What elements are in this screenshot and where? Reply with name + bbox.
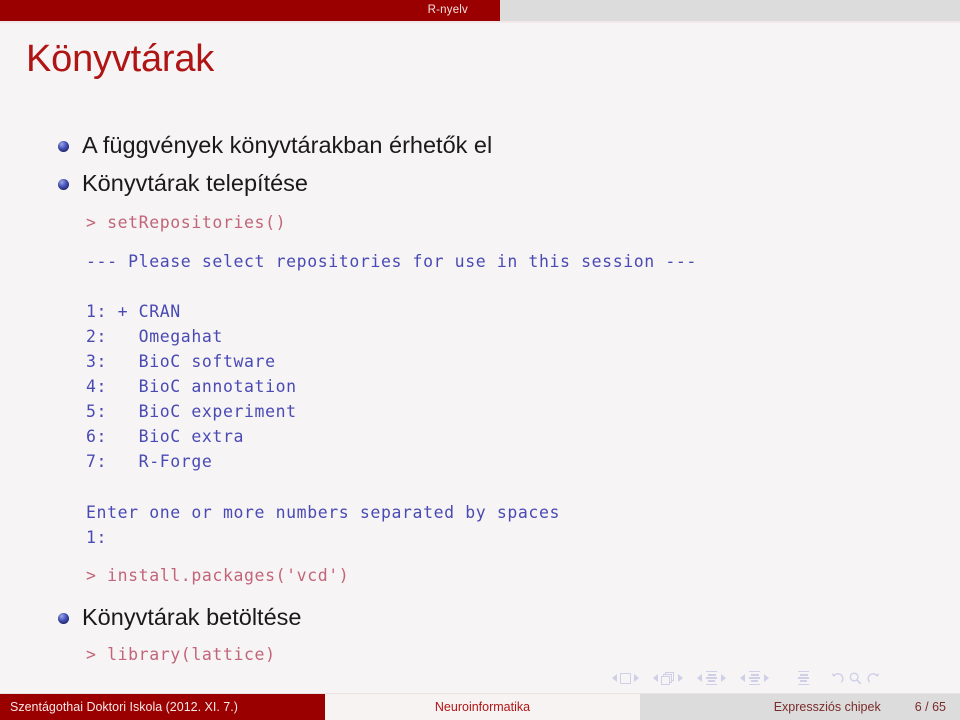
- search-icon[interactable]: [848, 671, 863, 686]
- code-repo-item: 7: R-Forge: [86, 452, 213, 471]
- beamer-navigation-symbols: [612, 668, 942, 688]
- code-please-select: --- Please select repositories for use i…: [86, 252, 697, 271]
- footer-page-number: 6 / 65: [914, 700, 946, 714]
- footer-title-and-page[interactable]: Expressziós chipek 6 / 65: [640, 694, 960, 720]
- title-area: Könyvtárak: [0, 30, 960, 98]
- subsection-navigation-group[interactable]: [697, 670, 726, 686]
- code-repo-item: 5: BioC experiment: [86, 402, 297, 421]
- nav-tab-label: R-nyelv: [427, 3, 468, 16]
- frame-stack-icon[interactable]: [661, 671, 675, 685]
- forward-arrow-icon[interactable]: [866, 671, 881, 686]
- footer-institute[interactable]: Neuroinformatika: [325, 694, 640, 720]
- prev-slide-icon[interactable]: [612, 674, 617, 682]
- next-slide-icon[interactable]: [634, 674, 639, 682]
- page-title: Könyvtárak: [26, 38, 215, 80]
- bullet-label: Könyvtárak telepítése: [82, 170, 308, 196]
- presentation-navigation-group[interactable]: [797, 670, 810, 686]
- slide-navigation-group[interactable]: [612, 672, 639, 684]
- frame-navigation-group[interactable]: [653, 671, 683, 685]
- navbar-underline: [0, 21, 960, 23]
- code-set-repositories: > setRepositories(): [86, 213, 287, 232]
- nav-tab-r-nyelv[interactable]: R-nyelv: [0, 0, 500, 21]
- bullet-dot-icon: [58, 613, 69, 624]
- subsection-lines-icon[interactable]: [705, 670, 718, 686]
- code-enter-line: 1:: [86, 528, 108, 547]
- footer-section-title: Expressziós chipek: [773, 700, 881, 714]
- presentation-lines-icon[interactable]: [797, 670, 810, 686]
- bullet-label: A függvények könyvtárakban érhetők el: [82, 132, 493, 158]
- nav-tab-inactive-area[interactable]: [500, 0, 960, 21]
- code-install-packages: > install.packages('vcd'): [86, 566, 350, 585]
- footer-author[interactable]: Szentágothai Doktori Iskola (2012. XI. 7…: [0, 694, 325, 720]
- list-item: Könyvtárak betöltése: [58, 604, 301, 631]
- code-repo-item: 3: BioC software: [86, 352, 276, 371]
- footer-author-label: Szentágothai Doktori Iskola (2012. XI. 7…: [10, 700, 238, 714]
- code-library-lattice: > library(lattice): [86, 645, 276, 664]
- document-navigation-group[interactable]: [830, 671, 881, 686]
- footer-institute-label: Neuroinformatika: [434, 700, 531, 714]
- bullet-label: Könyvtárak betöltése: [82, 604, 302, 630]
- next-subsection-icon[interactable]: [721, 674, 726, 682]
- prev-subsection-icon[interactable]: [697, 674, 702, 682]
- back-arrow-icon[interactable]: [830, 671, 845, 686]
- slide-icon[interactable]: [620, 672, 631, 684]
- bullet-dot-icon: [58, 141, 69, 152]
- list-item: A függvények könyvtárakban érhetők el: [58, 132, 492, 159]
- prev-frame-icon[interactable]: [653, 674, 658, 682]
- code-enter-prompt: Enter one or more numbers separated by s…: [86, 503, 561, 522]
- top-navigation-bar: R-nyelv: [0, 0, 960, 21]
- section-navigation-group[interactable]: [740, 670, 769, 686]
- code-repo-item: 6: BioC extra: [86, 427, 245, 446]
- code-repo-item: 2: Omegahat: [86, 327, 223, 346]
- footer-bar: Szentágothai Doktori Iskola (2012. XI. 7…: [0, 694, 960, 720]
- prev-section-icon[interactable]: [740, 674, 745, 682]
- list-item: Könyvtárak telepítése: [58, 170, 308, 197]
- code-repo-item: 1: + CRAN: [86, 302, 181, 321]
- section-lines-icon[interactable]: [748, 670, 761, 686]
- code-repo-item: 4: BioC annotation: [86, 377, 297, 396]
- slide-content: A függvények könyvtárakban érhetők el Kö…: [0, 112, 960, 663]
- bullet-dot-icon: [58, 179, 69, 190]
- next-frame-icon[interactable]: [678, 674, 683, 682]
- next-section-icon[interactable]: [764, 674, 769, 682]
